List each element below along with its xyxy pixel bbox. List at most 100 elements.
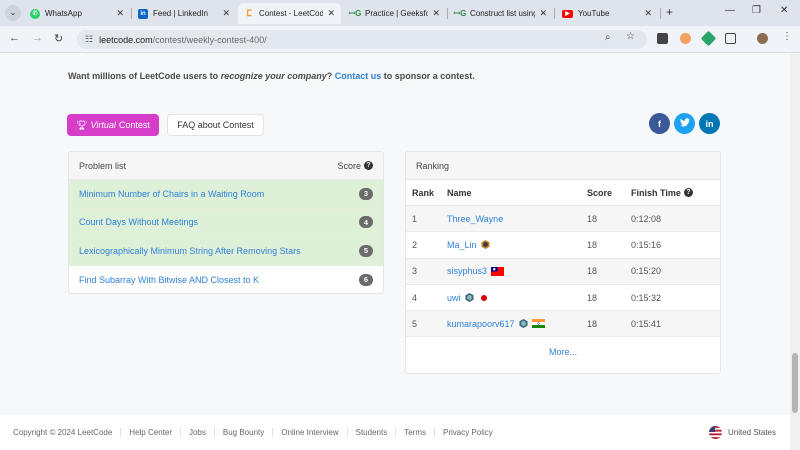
help-question-icon[interactable]: ? <box>683 188 693 197</box>
close-tab-icon[interactable]: ✕ <box>116 8 124 19</box>
close-window-icon[interactable]: ✕ <box>780 5 788 16</box>
close-tab-icon[interactable]: ✕ <box>539 8 547 19</box>
close-tab-icon[interactable]: ✕ <box>327 8 335 19</box>
more-rankings-link[interactable]: More... <box>406 337 720 367</box>
tab-leetcode-contest[interactable]: ⵎ Contest - LeetCode ✕ <box>238 3 341 24</box>
region-selector[interactable]: United States <box>708 426 776 439</box>
problem-row[interactable]: Minimum Number of Chairs in a Waiting Ro… <box>69 180 383 209</box>
restore-icon[interactable]: ❐ <box>752 5 761 16</box>
user-link[interactable]: kumarapoorv617 <box>447 319 515 329</box>
footer-link-help-center[interactable]: Help Center <box>129 428 181 437</box>
bookmark-star-icon[interactable]: ☆ <box>626 31 635 42</box>
help-question-icon[interactable]: ? <box>364 161 373 170</box>
rank-value: 5 <box>412 318 418 329</box>
close-tab-icon[interactable]: ✕ <box>644 8 652 19</box>
footer-link-online-interview[interactable]: Online Interview <box>281 428 348 437</box>
tab-separator <box>554 8 555 19</box>
close-tab-icon[interactable]: ✕ <box>432 8 440 19</box>
finish-time-value: 0:12:08 <box>631 213 662 224</box>
back-arrow-icon[interactable]: ← <box>9 32 20 44</box>
zoom-icon[interactable]: ⌕ <box>605 32 611 43</box>
leetcode-icon: ⵎ <box>246 8 252 18</box>
contact-us-link[interactable]: Contact us <box>335 71 382 81</box>
problem-link[interactable]: Count Days Without Meetings <box>79 217 198 227</box>
extension-icon[interactable] <box>700 30 717 47</box>
ranking-title: Ranking <box>416 160 450 171</box>
problem-link[interactable]: Lexicographically Minimum String After R… <box>79 246 301 256</box>
rank-column-label: Rank <box>412 187 435 198</box>
footer-link-privacy-policy[interactable]: Privacy Policy <box>443 428 501 437</box>
problem-link[interactable]: Minimum Number of Chairs in a Waiting Ro… <box>79 189 264 199</box>
close-tab-icon[interactable]: ✕ <box>222 8 230 19</box>
footer-link-jobs[interactable]: Jobs <box>189 428 215 437</box>
twitter-share-button[interactable] <box>674 113 695 134</box>
forward-arrow-icon[interactable]: → <box>32 32 43 44</box>
page-footer: Copyright © 2024 LeetCode Help Center Jo… <box>0 415 790 450</box>
site-settings-icon[interactable]: ☷ <box>85 34 93 45</box>
problem-points-badge: 6 <box>359 273 373 286</box>
rank-value: 2 <box>412 239 418 250</box>
reload-icon[interactable]: ↻ <box>54 32 63 45</box>
ranking-column-headers: Rank Name Score Finish Time ? <box>406 180 720 206</box>
whatsapp-icon: ✆ <box>30 8 40 19</box>
linkedin-share-button[interactable]: in <box>699 113 720 134</box>
rank-value: 4 <box>412 292 418 303</box>
ranking-row: 3 sisyphus3 18 0:15:20 <box>406 258 720 285</box>
browser-toolbar: ← → ↻ ☷ leetcode.com/contest/weekly-cont… <box>0 26 800 53</box>
finish-time-value: 0:15:16 <box>631 239 662 250</box>
problem-list-title: Problem list <box>79 160 127 171</box>
finish-time-column-label: Finish Time <box>631 187 681 198</box>
browser-tab-bar: ⌄ ✆ WhatsApp ✕ in Feed | LinkedIn ✕ ⵎ Co… <box>0 0 800 26</box>
us-flag-icon <box>708 426 722 439</box>
ranking-header: Ranking <box>406 152 720 180</box>
extension-media-icon[interactable] <box>657 33 668 44</box>
problem-row[interactable]: Find Subarray With Bitwise AND Closest t… <box>69 266 383 294</box>
tab-linkedin[interactable]: in Feed | LinkedIn ✕ <box>132 3 236 24</box>
sponsor-banner: Want millions of LeetCode users to recog… <box>68 71 475 81</box>
footer-link-terms[interactable]: Terms <box>404 428 435 437</box>
twitter-icon <box>679 118 690 129</box>
youtube-icon: ▶ <box>562 9 573 18</box>
user-link[interactable]: Ma_Lin <box>447 240 477 250</box>
tab-youtube[interactable]: ▶ YouTube ✕ <box>556 3 658 24</box>
browser-menu-icon[interactable]: ⋮ <box>782 31 792 42</box>
score-value: 18 <box>587 292 598 303</box>
url-path: /contest/weekly-contest-400/ <box>152 34 267 45</box>
url-host: leetcode.com <box>99 34 153 45</box>
finish-time-value: 0:15:20 <box>631 266 662 277</box>
problem-list-header: Problem list Score ? <box>69 152 383 180</box>
problem-link[interactable]: Find Subarray With Bitwise AND Closest t… <box>79 275 259 285</box>
extension-icon[interactable] <box>680 33 691 44</box>
address-bar[interactable]: ☷ leetcode.com/contest/weekly-contest-40… <box>77 30 647 49</box>
problem-points-badge: 3 <box>359 187 373 200</box>
badge-icon <box>464 293 474 303</box>
taiwan-flag-icon <box>491 266 505 276</box>
tab-gfg-practice[interactable]: ꟷG Practice | GeeksforGeeks ✕ <box>344 3 446 24</box>
footer-link-students[interactable]: Students <box>356 428 397 437</box>
facebook-share-button[interactable]: f <box>649 113 670 134</box>
tab-whatsapp[interactable]: ✆ WhatsApp ✕ <box>24 3 130 24</box>
score-value: 18 <box>587 266 598 277</box>
tab-separator <box>447 8 448 19</box>
tab-separator <box>660 8 661 19</box>
virtual-contest-button[interactable]: 🏆︎ Virtual Contest <box>67 114 159 136</box>
copyright-text: Copyright © 2024 LeetCode <box>13 428 122 437</box>
scrollbar-thumb[interactable] <box>792 353 798 413</box>
new-tab-icon[interactable]: + <box>666 5 673 19</box>
extensions-puzzle-icon[interactable] <box>725 33 736 44</box>
ranking-row: 4 uwi 18 0:15:32 <box>406 285 720 312</box>
user-link[interactable]: sisyphus3 <box>447 266 487 276</box>
problem-row[interactable]: Count Days Without Meetings 4 <box>69 208 383 237</box>
problem-list-card: Problem list Score ? Minimum Number of C… <box>68 151 384 294</box>
badge-icon <box>480 240 490 250</box>
faq-about-contest-button[interactable]: FAQ about Contest <box>167 114 264 136</box>
profile-avatar[interactable] <box>757 33 768 44</box>
score-value: 18 <box>587 213 598 224</box>
tab-gfg-construct-list[interactable]: ꟷG Construct list using ✕ <box>449 3 553 24</box>
minimize-icon[interactable]: — <box>725 5 735 16</box>
user-link[interactable]: uwi <box>447 293 461 303</box>
problem-row[interactable]: Lexicographically Minimum String After R… <box>69 237 383 266</box>
user-link[interactable]: Three_Wayne <box>447 214 503 224</box>
tab-search-icon[interactable]: ⌄ <box>5 5 21 21</box>
footer-link-bug-bounty[interactable]: Bug Bounty <box>223 428 274 437</box>
